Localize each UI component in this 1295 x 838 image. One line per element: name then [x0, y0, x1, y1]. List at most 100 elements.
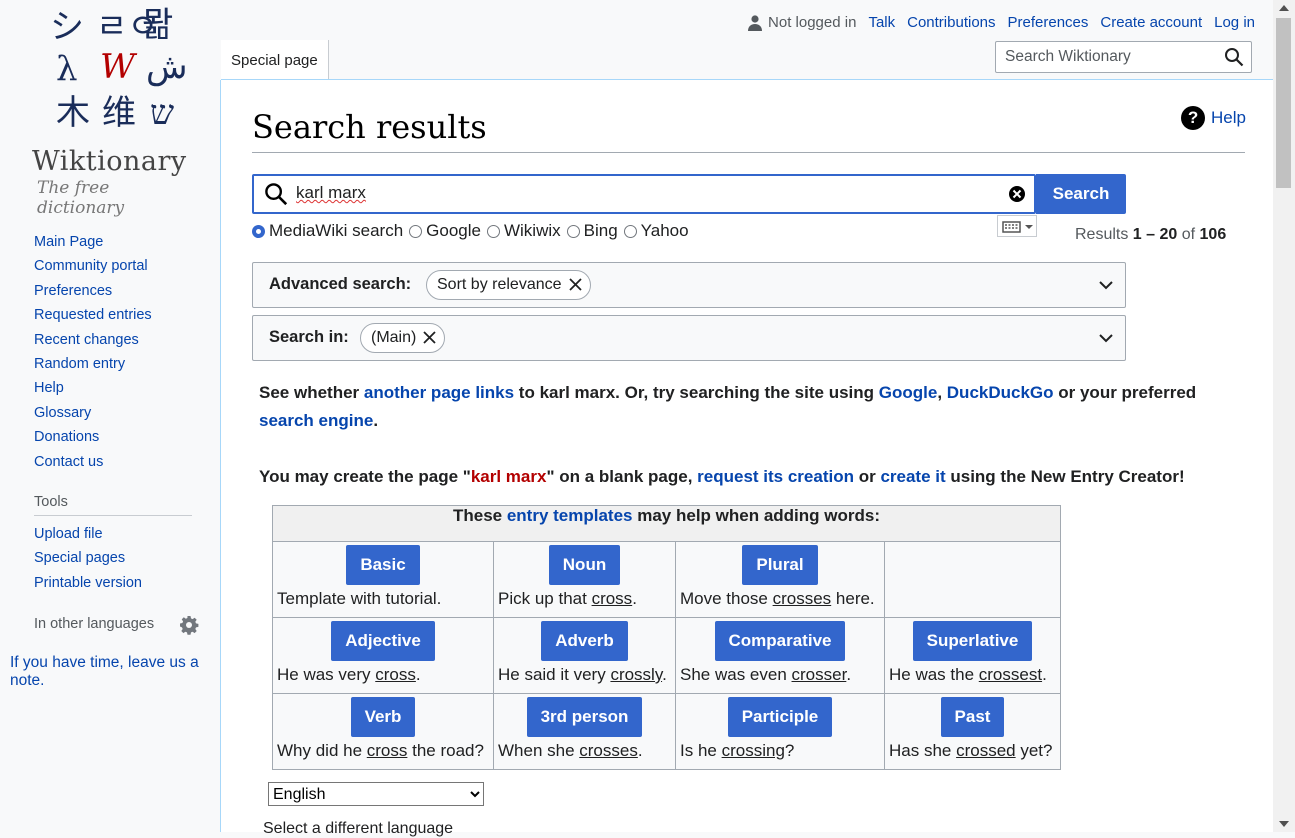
help-link[interactable]: ? Help	[1181, 106, 1246, 130]
tab-special-page[interactable]: Special page	[221, 40, 329, 80]
close-icon[interactable]	[423, 331, 436, 344]
nav-contact-us[interactable]: Contact us	[34, 454, 103, 470]
nav-glossary[interactable]: Glossary	[34, 405, 91, 421]
template-noun-button[interactable]: Noun	[548, 545, 621, 585]
search-button[interactable]: Search	[1036, 174, 1126, 214]
nav-preferences[interactable]: Preferences	[34, 283, 112, 299]
nav-requested-entries[interactable]: Requested entries	[34, 307, 152, 323]
template-cell: Past Has she crossed yet?	[884, 693, 1061, 770]
template-participle-button[interactable]: Participle	[727, 697, 833, 737]
main-content: Search results ? Help karl marx Search M…	[220, 80, 1274, 837]
text: .	[373, 411, 379, 430]
engine-yahoo[interactable]: Yahoo	[623, 221, 689, 241]
sort-chip: Sort by relevance	[426, 270, 591, 300]
google-link[interactable]: Google	[879, 383, 938, 402]
entry-templates-link[interactable]: entry templates	[507, 506, 633, 525]
template-cell-empty	[884, 541, 1061, 618]
create-account-link[interactable]: Create account	[1100, 14, 1202, 31]
radio-button[interactable]	[252, 224, 265, 238]
scroll-down-arrow[interactable]	[1279, 821, 1289, 827]
template-cell: Plural Move those crosses here.	[675, 541, 885, 618]
template-past-button[interactable]: Past	[940, 697, 1005, 737]
chevron-down-icon[interactable]	[1099, 334, 1113, 343]
create-page-redlink[interactable]: karl marx	[471, 467, 547, 486]
search-in-panel[interactable]: Search in: (Main)	[252, 315, 1126, 361]
example-word: crosses	[772, 589, 832, 608]
search-icon	[265, 183, 288, 206]
results-prefix: Results	[1075, 226, 1133, 243]
logo-glyph: λ	[56, 49, 78, 89]
search-icon[interactable]	[1224, 47, 1244, 67]
help-label: Help	[1211, 108, 1246, 127]
template-plural-button[interactable]: Plural	[742, 545, 818, 585]
nav-main-page[interactable]: Main Page	[34, 234, 103, 250]
nav-random-entry[interactable]: Random entry	[34, 356, 125, 372]
what-links-here-link[interactable]: another page links	[364, 383, 514, 402]
scroll-thumb[interactable]	[1276, 18, 1291, 188]
template-description: He was very cross.	[277, 665, 421, 685]
languages-heading-label: In other languages	[34, 616, 155, 632]
engine-google[interactable]: Google	[409, 221, 481, 241]
engine-mediawiki[interactable]: MediaWiki search	[252, 221, 403, 241]
talk-link[interactable]: Talk	[868, 14, 895, 31]
text: When she	[498, 741, 580, 760]
advanced-search-panel[interactable]: Advanced search: Sort by relevance	[252, 262, 1126, 308]
nav-donations[interactable]: Donations	[34, 429, 99, 445]
search-query-input[interactable]: karl marx	[296, 183, 366, 203]
text: or	[853, 467, 881, 486]
text: He was very	[277, 665, 376, 684]
chevron-down-icon[interactable]	[1099, 281, 1113, 290]
engine-bing[interactable]: Bing	[566, 221, 618, 241]
search-engine-link[interactable]: search engine	[259, 411, 373, 430]
text: .	[1042, 665, 1047, 684]
search-query-box[interactable]: karl marx	[252, 174, 1036, 214]
tool-upload-file[interactable]: Upload file	[34, 526, 103, 542]
vertical-scrollbar[interactable]	[1273, 0, 1295, 832]
text: Why did he	[277, 741, 367, 760]
preferences-link[interactable]: Preferences	[1008, 14, 1089, 31]
tool-printable-version[interactable]: Printable version	[34, 575, 142, 591]
nav-community-portal[interactable]: Community portal	[34, 258, 148, 274]
results-range: 1 – 20	[1132, 226, 1178, 243]
radio-button[interactable]	[409, 224, 423, 238]
template-adverb-button[interactable]: Adverb	[541, 621, 628, 661]
text: Has she	[889, 741, 957, 760]
template-adjective-button[interactable]: Adjective	[331, 621, 435, 661]
clear-icon[interactable]	[1008, 185, 1026, 203]
template-superlative-button[interactable]: Superlative	[912, 621, 1033, 661]
scroll-up-arrow[interactable]	[1279, 5, 1289, 11]
tool-special-pages[interactable]: Special pages	[34, 550, 125, 566]
radio-button[interactable]	[486, 224, 500, 238]
header-search-input[interactable]	[1003, 47, 1217, 67]
example-word: crossed	[956, 741, 1016, 760]
template-comparative-button[interactable]: Comparative	[714, 621, 846, 661]
keyboard-toggle[interactable]	[997, 215, 1037, 237]
radio-button[interactable]	[623, 224, 637, 238]
nav-recent-changes[interactable]: Recent changes	[34, 332, 139, 348]
template-basic-button[interactable]: Basic	[346, 545, 420, 585]
text: to karl marx. Or, try searching the site…	[514, 383, 879, 402]
suggestion-paragraph: See whether another page links to karl m…	[259, 379, 1239, 435]
language-select[interactable]: English	[268, 782, 484, 806]
leave-note-link[interactable]: If you have time, leave us a note.	[10, 654, 210, 690]
log-in-link[interactable]: Log in	[1214, 14, 1255, 31]
close-icon[interactable]	[568, 278, 582, 291]
request-creation-link[interactable]: request its creation	[697, 467, 854, 486]
template-3rd-person-button[interactable]: 3rd person	[526, 697, 643, 737]
templates-header: These entry templates may help when addi…	[272, 505, 1061, 542]
contributions-link[interactable]: Contributions	[907, 14, 995, 31]
engine-wikiwix[interactable]: Wikiwix	[486, 221, 561, 241]
duckduckgo-link[interactable]: DuckDuckGo	[947, 383, 1054, 402]
example-word: cross	[591, 589, 633, 608]
create-it-link[interactable]: create it	[880, 467, 945, 486]
gear-icon[interactable]	[179, 615, 199, 635]
logo-glyph: ש	[150, 93, 175, 133]
user-icon	[748, 14, 763, 31]
nav-help[interactable]: Help	[34, 380, 64, 396]
radio-button[interactable]	[566, 224, 580, 238]
create-page-paragraph: You may create the page "karl marx" on a…	[259, 463, 1249, 491]
text: See whether	[259, 383, 364, 402]
template-verb-button[interactable]: Verb	[350, 697, 416, 737]
wiktionary-logo[interactable]: シ ㄹㅇ 뫎 λ W ش 木 维 ש Wiktionary The free d…	[28, 6, 198, 218]
results-count: Results 1 – 20 of 106	[1075, 226, 1226, 244]
